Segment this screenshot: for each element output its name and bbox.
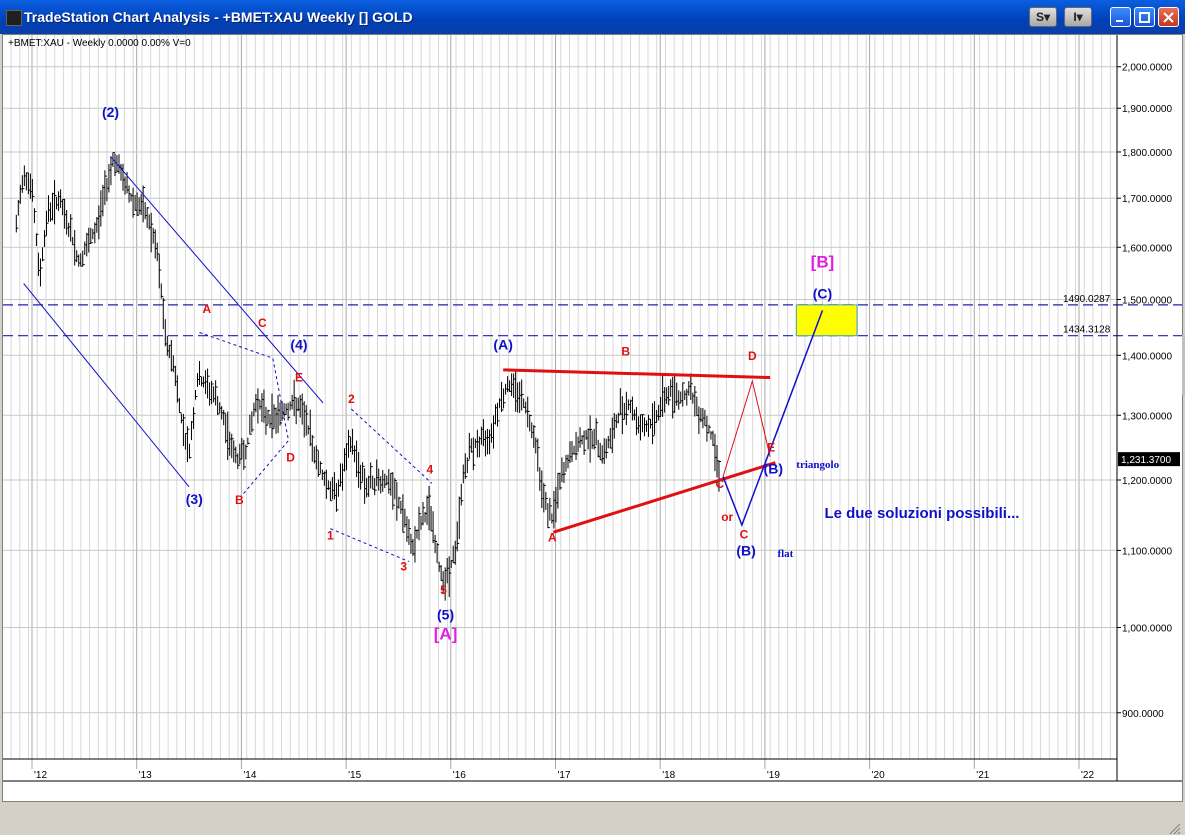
x-tick-label: '17 bbox=[558, 770, 571, 781]
app-icon[interactable] bbox=[6, 10, 22, 26]
x-tick-label: '13 bbox=[139, 770, 152, 781]
x-tick-label: '12 bbox=[34, 770, 47, 781]
y-tick-label: 1,800.0000 bbox=[1122, 148, 1172, 159]
x-tick-label: '16 bbox=[453, 770, 466, 781]
wave-label: 1 bbox=[327, 528, 334, 542]
y-tick-label: 1,300.0000 bbox=[1122, 411, 1172, 422]
y-tick-label: 1,700.0000 bbox=[1122, 194, 1172, 205]
wave-label: D bbox=[286, 450, 295, 464]
target-box bbox=[795, 304, 858, 337]
wave-label: (4) bbox=[290, 337, 307, 353]
wave-label: or bbox=[721, 510, 733, 524]
annotation-text: triangolo bbox=[796, 459, 839, 471]
maximize-button[interactable] bbox=[1134, 7, 1155, 27]
window-title: TradeStation Chart Analysis - +BMET:XAU … bbox=[24, 9, 413, 25]
x-tick-label: '18 bbox=[662, 770, 675, 781]
s-menu-button[interactable]: S ▾ bbox=[1029, 7, 1057, 27]
y-tick-label: 1,600.0000 bbox=[1122, 243, 1172, 254]
close-icon bbox=[1163, 11, 1174, 23]
chart-grid bbox=[3, 35, 1117, 769]
wave-label: (B) bbox=[764, 460, 783, 476]
price-chart[interactable]: 1490.0287 1434.3128 (2) (3) (4) (5) [A] (A) A C E… bbox=[3, 35, 1182, 801]
i-button-label: I bbox=[1073, 10, 1077, 24]
wave-label: 3 bbox=[400, 560, 407, 574]
retracement-lines: 1490.0287 1434.3128 bbox=[3, 294, 1182, 337]
wave-label: A bbox=[548, 531, 557, 545]
wave-label: [A] bbox=[434, 625, 458, 644]
x-tick-label: '20 bbox=[872, 770, 885, 781]
wave-line bbox=[23, 283, 190, 488]
wave-label: (5) bbox=[437, 606, 454, 622]
s-button-label: S bbox=[1035, 10, 1044, 24]
y-tick-label: 1,900.0000 bbox=[1122, 104, 1172, 115]
annotation-text: flat bbox=[777, 548, 793, 560]
wave-label: (A) bbox=[493, 337, 512, 353]
wave-label: [B] bbox=[811, 253, 835, 272]
retracement-label: 1490.0287 bbox=[1063, 294, 1111, 305]
x-tick-label: '14 bbox=[243, 770, 256, 781]
wave-label: 2 bbox=[348, 392, 355, 406]
x-tick-label: '22 bbox=[1081, 770, 1094, 781]
wave-label: C bbox=[740, 528, 749, 542]
resize-grip-icon[interactable] bbox=[1167, 821, 1181, 835]
y-tick-label: 2,000.0000 bbox=[1122, 63, 1172, 74]
wave-label: (B) bbox=[736, 543, 755, 559]
wave-label: B bbox=[235, 493, 244, 507]
wave-label: 4 bbox=[427, 462, 434, 476]
y-tick-label: 1,000.0000 bbox=[1122, 624, 1172, 635]
wave-label: C bbox=[258, 316, 267, 330]
chart-window[interactable]: 1490.0287 1434.3128 (2) (3) (4) (5) [A] (A) A C E… bbox=[2, 34, 1185, 835]
i-menu-button[interactable]: I ▾ bbox=[1064, 7, 1092, 27]
annotation-text: Le due soluzioni possibili... bbox=[824, 505, 1019, 522]
x-tick-label: '21 bbox=[976, 770, 989, 781]
y-tick-label: 1,500.0000 bbox=[1122, 295, 1172, 306]
title-bar: TradeStation Chart Analysis - +BMET:XAU … bbox=[0, 0, 1185, 34]
wave-label: E bbox=[295, 371, 303, 385]
wave-label: (3) bbox=[186, 491, 203, 507]
wave-label: B bbox=[621, 344, 630, 358]
y-tick-label: 1,400.0000 bbox=[1122, 351, 1172, 362]
x-tick-label: '19 bbox=[767, 770, 780, 781]
target-zone bbox=[795, 304, 858, 337]
y-tick-label: 900.0000 bbox=[1122, 709, 1164, 720]
wave-label: (C) bbox=[813, 285, 832, 301]
wave-label: (2) bbox=[102, 104, 119, 120]
x-tick-label: '15 bbox=[348, 770, 361, 781]
last-price-label: 1,231.3700 bbox=[1121, 455, 1171, 466]
y-tick-label: 1,200.0000 bbox=[1122, 476, 1172, 487]
maximize-icon bbox=[1139, 11, 1150, 23]
wave-line bbox=[350, 408, 433, 484]
minimize-button[interactable] bbox=[1110, 7, 1131, 27]
wave-label: D bbox=[748, 349, 757, 363]
wave-label: C bbox=[716, 477, 725, 491]
minimize-icon bbox=[1116, 19, 1123, 22]
y-tick-label: 1,100.0000 bbox=[1122, 546, 1172, 557]
wave-label: 5 bbox=[440, 583, 447, 597]
wave-label: A bbox=[203, 302, 212, 316]
close-button[interactable] bbox=[1158, 7, 1179, 27]
wave-line bbox=[722, 310, 824, 528]
retracement-label: 1434.3128 bbox=[1063, 325, 1111, 336]
wave-label: E bbox=[767, 441, 775, 455]
chart-header: +BMET:XAU - Weekly 0.0000 0.00% V=0 bbox=[8, 38, 191, 49]
